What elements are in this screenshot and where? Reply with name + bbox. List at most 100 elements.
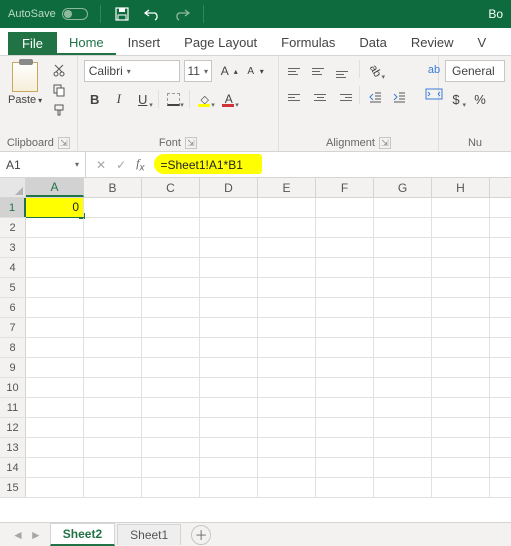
grow-font-button[interactable]: A▴	[216, 60, 238, 82]
row-header-10[interactable]: 10	[0, 378, 26, 397]
cell[interactable]	[258, 278, 316, 297]
increase-indent-button[interactable]	[388, 86, 410, 108]
cell[interactable]	[432, 378, 490, 397]
align-bottom-button[interactable]	[333, 60, 355, 82]
cell[interactable]	[258, 318, 316, 337]
cell[interactable]	[432, 358, 490, 377]
cancel-formula-icon[interactable]: ✕	[96, 158, 106, 172]
font-launcher-icon[interactable]: ⇲	[185, 137, 197, 149]
cell[interactable]	[84, 318, 142, 337]
cell[interactable]	[258, 438, 316, 457]
cell[interactable]	[200, 378, 258, 397]
cell[interactable]	[316, 458, 374, 477]
tab-data[interactable]: Data	[347, 31, 398, 55]
cell[interactable]	[374, 338, 432, 357]
cell[interactable]	[84, 258, 142, 277]
cell[interactable]	[374, 258, 432, 277]
cell[interactable]	[432, 338, 490, 357]
cell[interactable]	[26, 218, 84, 237]
cell[interactable]	[432, 198, 490, 217]
col-header-a[interactable]: A	[26, 178, 84, 197]
cell[interactable]	[374, 458, 432, 477]
cell[interactable]	[316, 218, 374, 237]
tab-insert[interactable]: Insert	[116, 31, 173, 55]
cell[interactable]	[142, 418, 200, 437]
row-header-2[interactable]: 2	[0, 218, 26, 237]
cell[interactable]	[26, 298, 84, 317]
cell[interactable]	[316, 278, 374, 297]
cell[interactable]	[432, 298, 490, 317]
cell[interactable]	[316, 358, 374, 377]
italic-button[interactable]: I	[108, 88, 130, 110]
cell[interactable]	[26, 318, 84, 337]
decrease-indent-button[interactable]	[364, 86, 386, 108]
cell[interactable]	[142, 318, 200, 337]
sheet-tab-sheet2[interactable]: Sheet2	[50, 523, 115, 546]
orientation-button[interactable]: ab▾	[364, 60, 386, 82]
col-header-d[interactable]: D	[200, 178, 258, 197]
cell[interactable]	[316, 438, 374, 457]
cell[interactable]	[142, 398, 200, 417]
cell[interactable]	[200, 358, 258, 377]
cell[interactable]	[84, 418, 142, 437]
underline-button[interactable]: U▾	[132, 88, 154, 110]
cell[interactable]	[142, 478, 200, 497]
cell[interactable]	[374, 318, 432, 337]
cell[interactable]	[316, 338, 374, 357]
cell[interactable]	[374, 298, 432, 317]
row-header-11[interactable]: 11	[0, 398, 26, 417]
cell[interactable]	[258, 258, 316, 277]
row-header-14[interactable]: 14	[0, 458, 26, 477]
cell[interactable]	[374, 358, 432, 377]
cell[interactable]	[374, 238, 432, 257]
cell[interactable]	[26, 238, 84, 257]
cell[interactable]	[200, 458, 258, 477]
tab-file[interactable]: File	[8, 32, 57, 55]
row-header-5[interactable]: 5	[0, 278, 26, 297]
cell[interactable]	[26, 258, 84, 277]
cell[interactable]	[258, 238, 316, 257]
align-center-button[interactable]	[309, 86, 331, 108]
cell-a1[interactable]: 0	[26, 198, 84, 217]
align-middle-button[interactable]	[309, 60, 331, 82]
cell[interactable]	[26, 338, 84, 357]
cell[interactable]	[84, 458, 142, 477]
cell[interactable]	[374, 398, 432, 417]
cut-icon[interactable]	[50, 62, 68, 78]
cell[interactable]	[84, 338, 142, 357]
cell[interactable]	[258, 378, 316, 397]
cell[interactable]	[316, 238, 374, 257]
borders-button[interactable]: ▾	[163, 88, 185, 110]
col-header-f[interactable]: F	[316, 178, 374, 197]
cell[interactable]	[316, 298, 374, 317]
sheet-nav-prev-icon[interactable]: ◄	[12, 528, 24, 542]
row-header-3[interactable]: 3	[0, 238, 26, 257]
cell[interactable]	[142, 278, 200, 297]
cell[interactable]	[374, 438, 432, 457]
cell[interactable]	[374, 278, 432, 297]
new-sheet-button[interactable]: ＋	[191, 525, 211, 545]
col-header-b[interactable]: B	[84, 178, 142, 197]
cell[interactable]	[258, 478, 316, 497]
shrink-font-button[interactable]: A▾	[242, 60, 264, 82]
row-header-15[interactable]: 15	[0, 478, 26, 497]
tab-view-partial[interactable]: V	[465, 31, 498, 55]
tab-formulas[interactable]: Formulas	[269, 31, 347, 55]
cell[interactable]	[142, 238, 200, 257]
copy-icon[interactable]	[50, 82, 68, 98]
enter-formula-icon[interactable]: ✓	[116, 158, 126, 172]
currency-button[interactable]: $▾	[445, 88, 467, 110]
cell[interactable]	[84, 438, 142, 457]
cell[interactable]	[26, 358, 84, 377]
cell[interactable]	[258, 358, 316, 377]
col-header-h[interactable]: H	[432, 178, 490, 197]
font-size-combo[interactable]: 11▾	[184, 60, 212, 82]
tab-review[interactable]: Review	[399, 31, 466, 55]
cell[interactable]	[316, 478, 374, 497]
cell[interactable]	[142, 458, 200, 477]
cell[interactable]	[84, 478, 142, 497]
align-left-button[interactable]	[285, 86, 307, 108]
clipboard-launcher-icon[interactable]: ⇲	[58, 137, 70, 149]
number-format-combo[interactable]: General	[445, 60, 505, 82]
cell[interactable]	[374, 418, 432, 437]
